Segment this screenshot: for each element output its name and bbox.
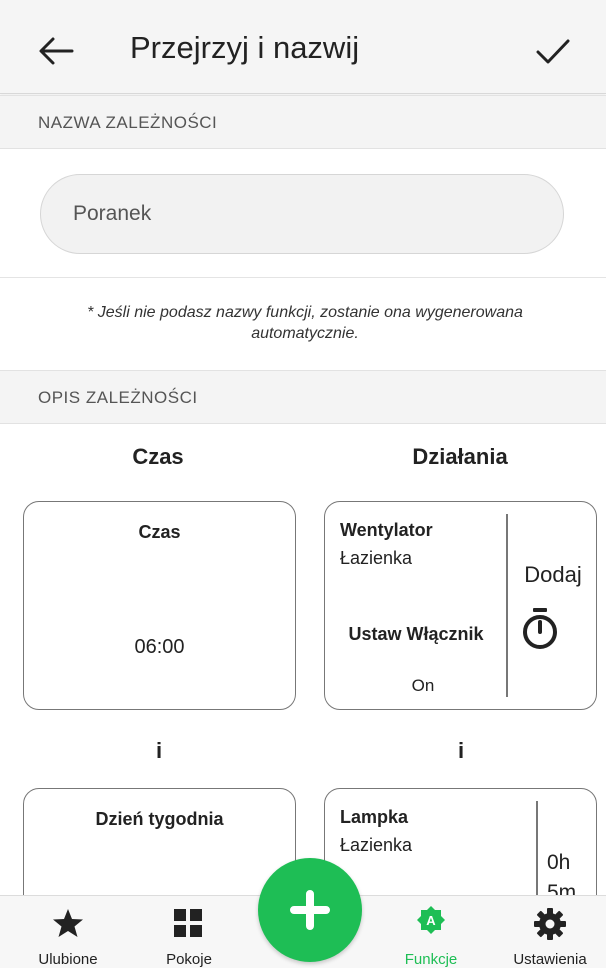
gear-icon <box>534 908 566 940</box>
nav-label: Ulubione <box>38 951 98 968</box>
action-device-name: Lampka <box>340 807 409 827</box>
star-icon <box>53 909 83 937</box>
name-hint-text: * Jeśli nie podasz nazwy funkcji, zostan… <box>87 304 523 342</box>
action-device-name: Wentylator <box>340 520 433 540</box>
section-header-description: OPIS ZALEŻNOŚCI <box>0 370 606 424</box>
condition-card-time[interactable]: Czas 06:00 <box>23 501 296 710</box>
svg-text:A: A <box>426 913 436 928</box>
nav-item-settings[interactable]: Ustawienia <box>495 896 605 968</box>
automation-icon: A <box>417 906 445 934</box>
nav-item-functions[interactable]: A Funkcje <box>376 896 486 968</box>
condition-title: Dzień tygodnia <box>95 809 224 829</box>
card-divider <box>506 514 508 697</box>
divider <box>0 277 606 278</box>
delay-hours: 0h <box>547 851 571 874</box>
action-state: On <box>411 676 435 695</box>
and-connector-actions: i <box>457 738 465 763</box>
page-title: Przejrzyj i nazwij <box>130 30 360 65</box>
nav-item-favorites[interactable]: Ulubione <box>13 896 123 968</box>
actions-column-title: Działania <box>412 444 508 469</box>
condition-title: Czas <box>138 522 181 542</box>
conditions-column-title: Czas <box>132 444 184 469</box>
timer-icon[interactable] <box>520 606 560 650</box>
action-card-fan[interactable]: Wentylator Łazienka Ustaw Włącznik On Do… <box>324 501 597 710</box>
nav-item-rooms[interactable]: Pokoje <box>134 896 244 968</box>
back-arrow-icon[interactable] <box>38 36 74 66</box>
top-app-bar: Przejrzyj i nazwij <box>0 0 606 94</box>
nav-label: Funkcje <box>404 951 458 968</box>
action-room-name: Łazienka <box>340 548 413 568</box>
section-label-description: OPIS ZALEŻNOŚCI <box>38 388 198 407</box>
confirm-check-icon[interactable] <box>536 38 570 66</box>
condition-time-value: 06:00 <box>134 636 185 658</box>
plus-icon <box>290 890 330 930</box>
dependency-name-input[interactable] <box>40 174 564 254</box>
nav-label: Ustawienia <box>513 951 587 968</box>
action-command: Ustaw Włącznik <box>348 624 484 644</box>
action-room-name: Łazienka <box>340 835 413 855</box>
add-fab-button[interactable] <box>258 858 362 962</box>
grid-icon <box>174 909 202 937</box>
add-delay-label[interactable]: Dodaj <box>508 562 598 588</box>
nav-label: Pokoje <box>166 951 212 968</box>
and-connector-conditions: i <box>155 738 163 763</box>
section-label-name: NAZWA ZALEŻNOŚCI <box>38 113 218 132</box>
section-header-name: NAZWA ZALEŻNOŚCI <box>0 95 606 149</box>
